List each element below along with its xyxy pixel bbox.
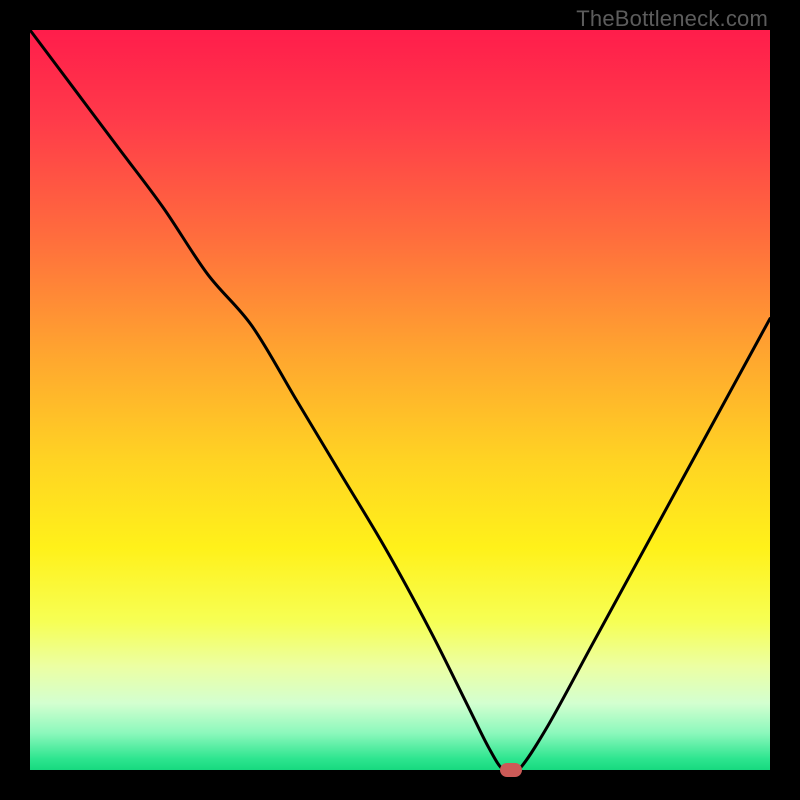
watermark-text: TheBottleneck.com xyxy=(576,6,768,32)
optimal-marker xyxy=(500,763,522,777)
bottleneck-curve xyxy=(30,30,770,770)
plot-area xyxy=(30,30,770,770)
chart-frame: TheBottleneck.com xyxy=(0,0,800,800)
